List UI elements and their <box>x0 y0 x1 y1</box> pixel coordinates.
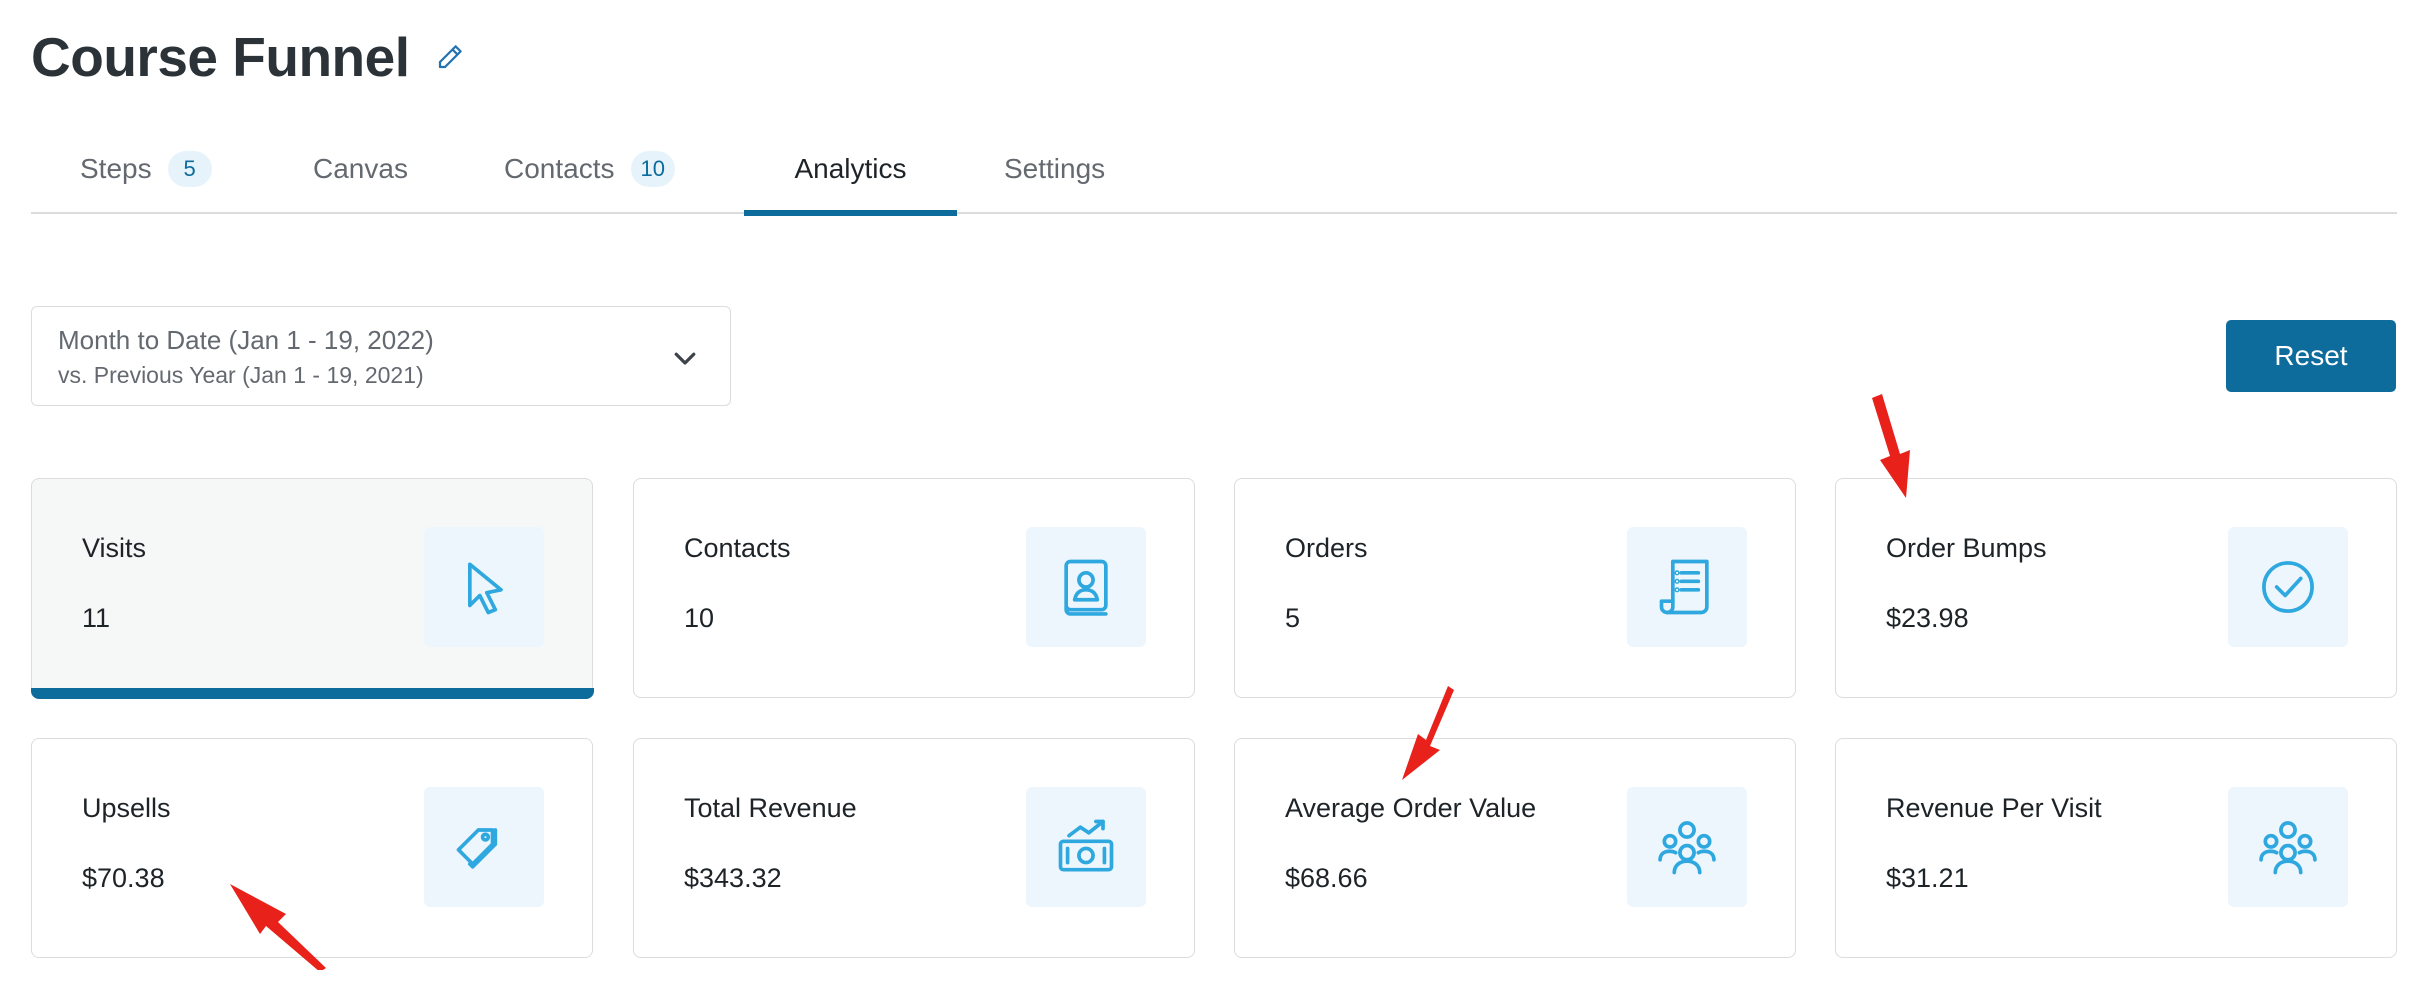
comparison-range-label: vs. Previous Year (Jan 1 - 19, 2021) <box>58 362 424 388</box>
stat-label: Upsells <box>82 793 171 823</box>
annotation-arrow-average-order-value <box>1402 686 1454 780</box>
stat-card-average-order-value[interactable]: Average Order Value $68.66 <box>1234 738 1796 958</box>
annotation-arrow-upsells <box>230 884 326 970</box>
stat-card-order-bumps[interactable]: Order Bumps $23.98 <box>1835 478 2397 698</box>
receipt-icon <box>1627 527 1747 647</box>
stat-value: $343.32 <box>684 863 782 893</box>
tab-label: Canvas <box>313 153 408 184</box>
stat-value: 5 <box>1285 603 1301 633</box>
tab-label: Contacts <box>504 153 615 184</box>
stat-card-visits[interactable]: Visits 11 <box>30 478 594 699</box>
stat-value: 11 <box>82 603 111 633</box>
funnel-tabs: Steps 5 Canvas Contacts 10 Analytics Set… <box>31 124 2397 216</box>
stat-label: Average Order Value <box>1285 793 1537 823</box>
page-header: Course Funnel <box>31 22 468 92</box>
stat-label: Revenue Per Visit <box>1886 793 2102 823</box>
users-group-icon <box>2228 787 2348 907</box>
stat-label: Orders <box>1285 533 1368 563</box>
tab-label: Settings <box>1004 153 1106 184</box>
annotation-arrow-order-bumps <box>1872 394 1910 498</box>
tags-icon <box>424 787 544 907</box>
tab-contacts[interactable]: Contacts 10 <box>504 124 675 214</box>
stat-label: Total Revenue <box>684 793 857 823</box>
stat-value: $31.21 <box>1886 863 1969 893</box>
stat-card-total-revenue[interactable]: Total Revenue $343.32 <box>633 738 1195 958</box>
tab-label: Analytics <box>794 153 907 184</box>
tab-canvas[interactable]: Canvas <box>313 124 408 214</box>
tab-steps[interactable]: Steps 5 <box>80 124 212 214</box>
steps-count-badge: 5 <box>167 151 212 187</box>
contacts-count-badge: 10 <box>630 151 675 187</box>
stat-label: Order Bumps <box>1886 533 2047 563</box>
stat-card-revenue-per-visit[interactable]: Revenue Per Visit $31.21 <box>1835 738 2397 958</box>
stat-label: Contacts <box>684 533 791 563</box>
tab-analytics[interactable]: Analytics <box>744 124 957 216</box>
stat-value: $23.98 <box>1886 603 1969 633</box>
stat-value: 10 <box>684 603 715 633</box>
date-range-select[interactable]: Month to Date (Jan 1 - 19, 2022) vs. Pre… <box>31 306 731 406</box>
stat-value: $68.66 <box>1285 863 1368 893</box>
chevron-down-icon <box>674 352 696 365</box>
stat-label: Visits <box>82 533 147 563</box>
reset-button[interactable]: Reset <box>2226 320 2396 392</box>
money-growth-icon <box>1026 787 1146 907</box>
check-circle-icon <box>2228 527 2348 647</box>
edit-title-pencil-icon[interactable] <box>432 39 468 75</box>
tab-settings[interactable]: Settings <box>1004 124 1105 214</box>
cursor-icon <box>424 527 544 647</box>
users-group-icon <box>1627 787 1747 907</box>
stat-value: $70.38 <box>82 863 165 893</box>
stat-card-orders[interactable]: Orders 5 <box>1234 478 1796 698</box>
date-range-label: Month to Date (Jan 1 - 19, 2022) <box>58 325 434 355</box>
tab-label: Steps <box>80 153 152 184</box>
stat-card-contacts[interactable]: Contacts 10 <box>633 478 1195 698</box>
page-title: Course Funnel <box>31 26 410 88</box>
contact-book-icon <box>1026 527 1146 647</box>
